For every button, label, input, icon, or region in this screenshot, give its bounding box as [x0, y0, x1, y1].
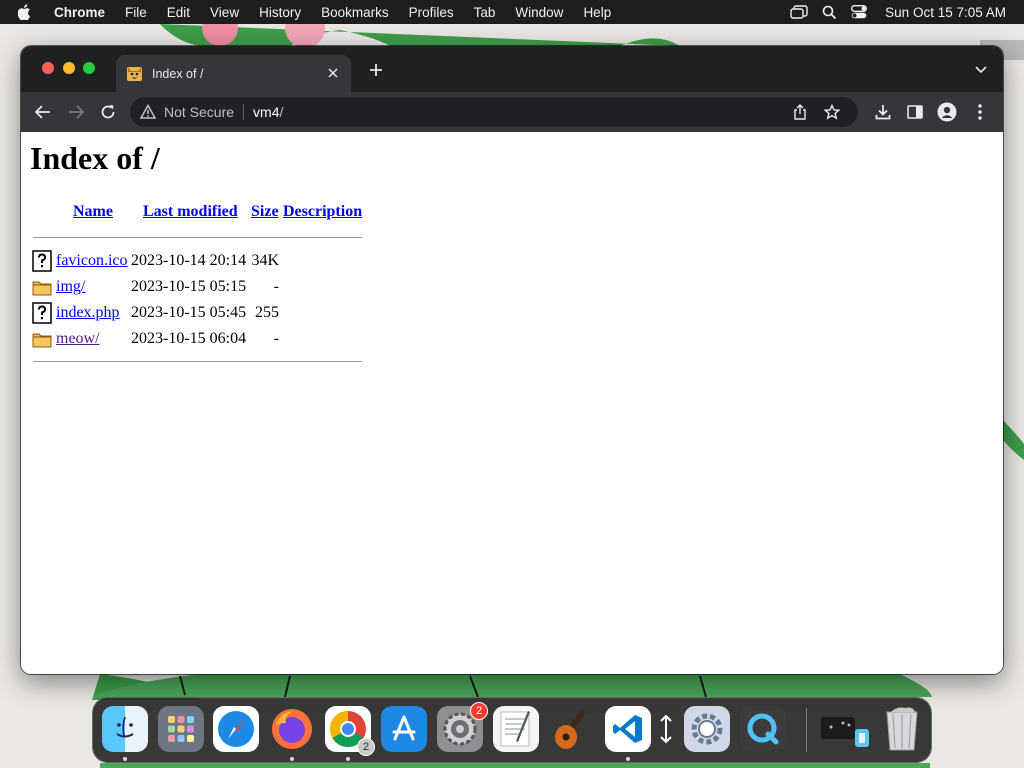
folder-icon [32, 333, 52, 348]
trash-icon[interactable] [879, 706, 925, 752]
new-tab-icon[interactable] [367, 61, 385, 79]
column-name-header[interactable]: Name [73, 203, 113, 221]
table-row: index.php 2023-10-15 05:45 255 [30, 301, 370, 325]
file-modified: 2023-10-15 05:45 [131, 304, 247, 321]
tab-search-chevron-icon[interactable] [973, 62, 989, 78]
firefox-running-indicator [290, 757, 294, 761]
browser-window: Index of / Not Secure vm4/ Index of / Na… [21, 46, 1003, 674]
apple-icon[interactable] [18, 4, 32, 20]
tab-index-of[interactable]: Index of / [116, 55, 351, 92]
chrome-running-indicator [346, 757, 350, 761]
menu-tab[interactable]: Tab [474, 5, 496, 20]
menu-edit[interactable]: Edit [167, 5, 190, 20]
minimize-window-button[interactable] [63, 62, 75, 74]
launchpad-icon[interactable] [158, 706, 204, 752]
menu-help[interactable]: Help [583, 5, 611, 20]
unknown-file-icon [32, 302, 52, 324]
quicktime-icon[interactable] [740, 706, 786, 752]
column-last-modified-header[interactable]: Last modified [143, 203, 238, 221]
file-link[interactable]: favicon.ico [56, 252, 128, 270]
file-size: 255 [255, 304, 279, 321]
file-size: 34K [251, 252, 279, 269]
resize-arrows-icon[interactable] [655, 706, 677, 752]
tab-title: Index of / [152, 66, 204, 81]
bookmark-star-icon[interactable] [824, 104, 840, 120]
garageband-guitar-icon[interactable] [549, 706, 595, 752]
footer-divider [33, 361, 362, 362]
folder-link[interactable]: img/ [56, 278, 85, 296]
zoom-window-button[interactable] [83, 62, 95, 74]
control-center-icon[interactable] [851, 5, 868, 19]
table-row: favicon.ico 2023-10-14 20:14 34K [30, 249, 370, 273]
close-window-button[interactable] [42, 62, 54, 74]
spotlight-search-icon[interactable] [822, 5, 837, 20]
header-divider [33, 237, 362, 238]
url-text[interactable]: vm4/ [253, 104, 283, 120]
menu-window[interactable]: Window [515, 5, 563, 20]
unknown-file-icon [32, 250, 52, 272]
share-icon[interactable] [792, 104, 808, 120]
omnibox-divider [243, 104, 245, 120]
app-store-icon[interactable] [381, 706, 427, 752]
close-tab-icon[interactable] [325, 65, 341, 81]
page-content: Index of / Name Last modified Size Descr… [21, 132, 1003, 674]
finder-running-indicator [123, 757, 127, 761]
menu-bookmarks[interactable]: Bookmarks [321, 5, 389, 20]
file-link[interactable]: index.php [56, 304, 120, 322]
downloads-stack-icon[interactable] [821, 706, 871, 752]
vscode-icon[interactable] [605, 706, 651, 752]
menu-file[interactable]: File [125, 5, 147, 20]
stage-manager-icon[interactable] [790, 5, 808, 19]
file-modified: 2023-10-15 06:04 [131, 330, 247, 347]
more-menu-icon[interactable] [970, 102, 990, 122]
chrome-icon[interactable]: 2 [325, 706, 375, 756]
safari-icon[interactable] [213, 706, 259, 752]
file-size: - [273, 330, 279, 347]
not-secure-warning-icon[interactable] [140, 104, 156, 120]
side-panel-icon[interactable] [905, 102, 925, 122]
table-row: meow/ 2023-10-15 06:04 - [30, 327, 370, 351]
column-size-header[interactable]: Size [251, 203, 279, 221]
file-size: - [273, 278, 279, 295]
cat-favicon-icon [127, 67, 142, 81]
menubar-clock[interactable]: Sun Oct 15 7:05 AM [885, 5, 1006, 20]
finder-icon[interactable] [102, 706, 148, 752]
menu-view[interactable]: View [210, 5, 239, 20]
menu-history[interactable]: History [259, 5, 301, 20]
forward-arrow-icon[interactable] [66, 102, 86, 122]
url-path: / [279, 104, 284, 120]
system-preferences-icon[interactable]: 2 [437, 702, 488, 752]
tab-strip: Index of / [21, 46, 1003, 92]
system-settings-gear-icon[interactable] [684, 706, 730, 752]
url-host: vm4 [253, 104, 280, 120]
folder-link[interactable]: meow/ [56, 330, 100, 348]
dock: 2 2 [92, 697, 932, 763]
folder-icon [32, 281, 52, 296]
column-description-header[interactable]: Description [283, 203, 362, 221]
profile-avatar-icon[interactable] [937, 102, 957, 122]
menu-app-name[interactable]: Chrome [54, 5, 105, 20]
chrome-window-count-badge: 2 [357, 738, 375, 756]
reload-icon[interactable] [98, 102, 118, 122]
address-bar[interactable]: Not Secure vm4/ [130, 97, 858, 127]
menu-profiles[interactable]: Profiles [409, 5, 454, 20]
table-row: img/ 2023-10-15 05:15 - [30, 275, 370, 299]
file-modified: 2023-10-14 20:14 [131, 252, 247, 269]
security-label[interactable]: Not Secure [164, 104, 234, 120]
page-title: Index of / [30, 140, 160, 176]
browser-toolbar: Not Secure vm4/ [21, 92, 1003, 132]
menu-bar: Chrome File Edit View History Bookmarks … [0, 0, 1024, 24]
download-icon[interactable] [873, 102, 893, 122]
firefox-icon[interactable] [269, 706, 315, 752]
vscode-running-indicator [626, 757, 630, 761]
file-modified: 2023-10-15 05:15 [131, 278, 247, 295]
textedit-icon[interactable] [493, 706, 539, 752]
system-preferences-badge: 2 [470, 702, 488, 720]
back-arrow-icon[interactable] [33, 102, 53, 122]
dock-divider [806, 708, 807, 752]
